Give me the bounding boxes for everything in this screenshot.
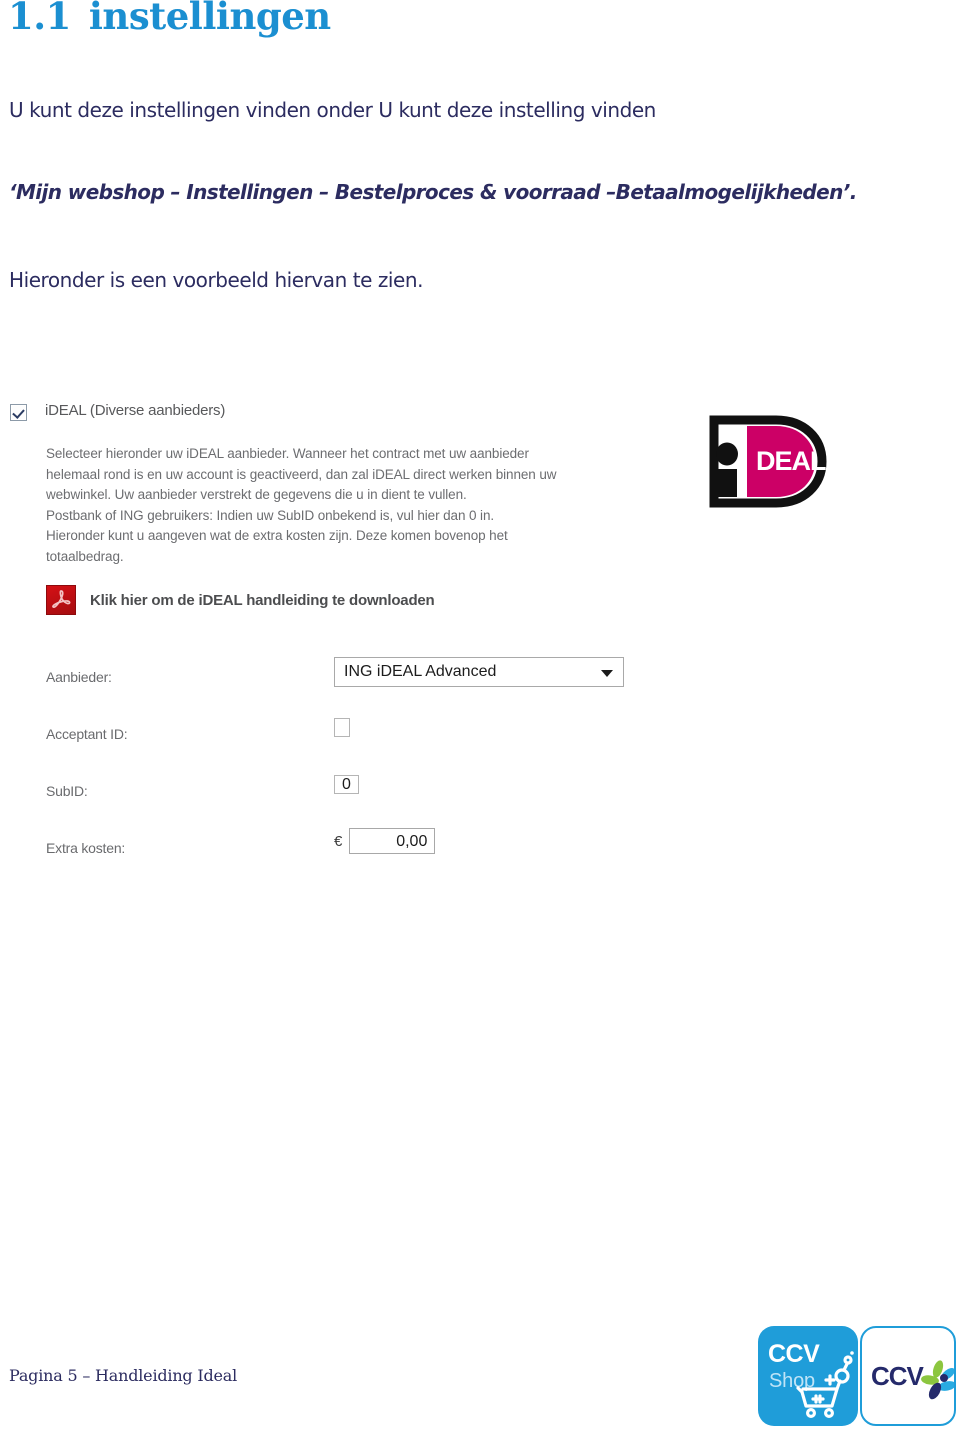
form-row-acceptant: Acceptant ID:: [46, 714, 646, 771]
page-title: 1.1 instellingen: [8, 0, 331, 38]
paragraph-example-note: Hieronder is een voorbeeld hiervan te zi…: [9, 268, 424, 292]
ccv-shop-logo: CCV Shop: [758, 1326, 858, 1426]
paragraph-breadcrumb-path: ‘Mijn webshop – Instellingen – Bestelpro…: [9, 180, 857, 204]
form-row-provider: Aanbieder: ING iDEAL Advanced: [46, 657, 646, 714]
description-line: helemaal rond is en uw account is geacti…: [46, 466, 557, 482]
pdf-download-link[interactable]: Klik hier om de iDEAL handleiding te dow…: [46, 585, 435, 615]
ccv-flower-icon: [921, 1360, 954, 1400]
paragraph-intro: U kunt deze instellingen vinden onder U …: [9, 98, 656, 122]
ideal-logo-icon: DEAL: [700, 414, 832, 509]
acceptant-control[interactable]: [334, 714, 350, 742]
footer-page-note: Pagina 5 – Handleiding Ideal: [9, 1366, 238, 1385]
extra-kosten-control[interactable]: € 0,00: [334, 828, 436, 854]
euro-symbol: €: [334, 832, 343, 850]
ideal-checkbox-label: iDEAL (Diverse aanbieders): [45, 402, 226, 419]
acceptant-id-label: Acceptant ID:: [46, 726, 128, 742]
provider-selected-value: ING iDEAL Advanced: [344, 663, 497, 680]
subid-label: SubID:: [46, 783, 88, 799]
form-row-extra-kosten: Extra kosten: € 0,00: [46, 828, 646, 885]
chevron-down-icon: [601, 670, 613, 677]
heading-number: 1.1: [8, 0, 71, 38]
provider-control[interactable]: ING iDEAL Advanced: [334, 657, 624, 687]
provider-select[interactable]: ING iDEAL Advanced: [334, 657, 624, 687]
description-line: webwinkel. Uw aanbieder verstrekt de geg…: [46, 487, 467, 502]
ideal-settings-form: Aanbieder: ING iDEAL Advanced Acceptant …: [46, 657, 646, 885]
acceptant-id-input[interactable]: [334, 718, 350, 737]
description-line: Hieronder kunt u aangeven wat de extra k…: [46, 528, 508, 543]
embedded-screenshot: iDEAL (Diverse aanbieders) Selecteer hie…: [0, 392, 880, 892]
form-row-subid: SubID: 0: [46, 771, 646, 828]
heading-text: instellingen: [88, 0, 331, 38]
extra-kosten-label: Extra kosten:: [46, 840, 126, 856]
pdf-download-label: Klik hier om de iDEAL handleiding te dow…: [90, 591, 435, 609]
subid-control[interactable]: 0: [334, 771, 359, 799]
description-line: Selecteer hieronder uw iDEAL aanbieder. …: [46, 446, 529, 461]
ideal-enable-row[interactable]: iDEAL (Diverse aanbieders): [10, 402, 225, 421]
footer-logos: CCV Shop CCV: [758, 1326, 956, 1426]
extra-kosten-input[interactable]: 0,00: [349, 828, 436, 854]
subid-input[interactable]: 0: [334, 775, 359, 794]
svg-text:DEAL: DEAL: [756, 446, 826, 476]
provider-label: Aanbieder:: [46, 669, 112, 685]
description-line: totaalbedrag.: [46, 548, 124, 564]
pdf-acrobat-icon: [46, 585, 76, 615]
shopping-cart-icon: [796, 1351, 854, 1418]
ccv-logo: CCV: [860, 1326, 956, 1426]
ideal-description: Selecteer hieronder uw iDEAL aanbieder. …: [46, 444, 686, 567]
description-line: Postbank of ING gebruikers: Indien uw Su…: [46, 507, 495, 523]
ideal-checkbox[interactable]: [10, 404, 27, 421]
